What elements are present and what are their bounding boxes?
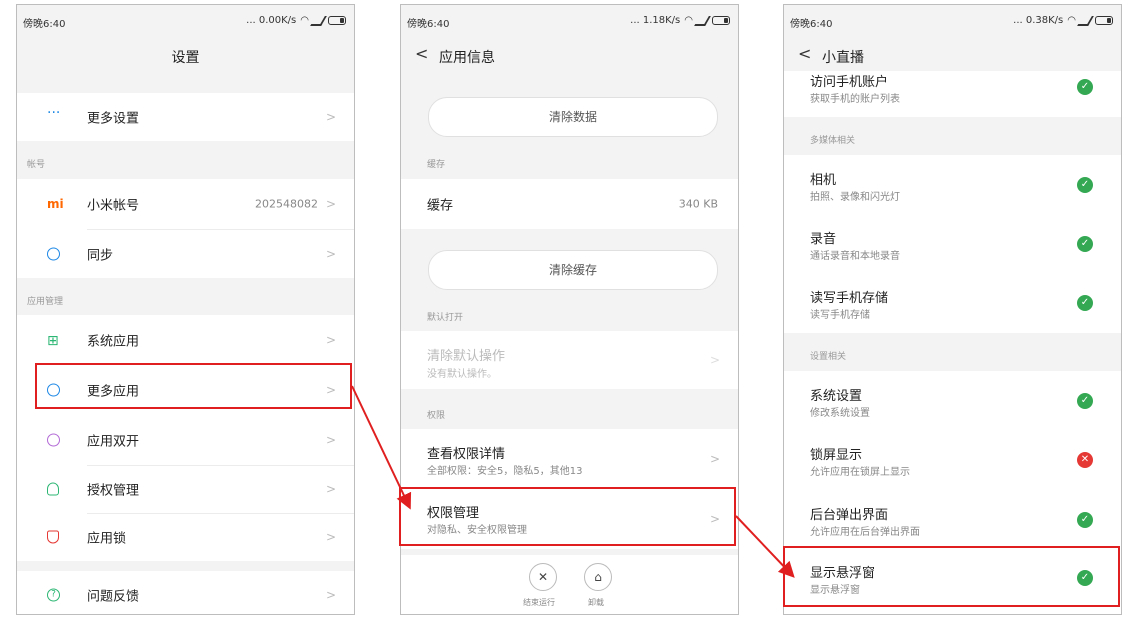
arrow-1: [351, 385, 412, 510]
arrow-2: [735, 515, 795, 578]
flow-arrows: [351, 385, 795, 578]
